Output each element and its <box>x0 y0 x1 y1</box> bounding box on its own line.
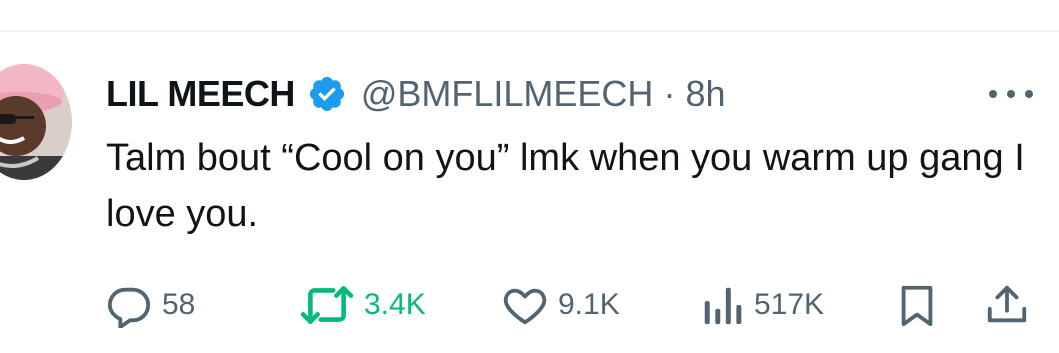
reply-button[interactable]: 58 <box>106 282 195 328</box>
tweet-timestamp[interactable]: 8h <box>685 73 725 115</box>
views-chart-icon <box>704 287 742 325</box>
more-dot <box>989 90 997 98</box>
heart-icon <box>503 288 547 325</box>
share-icon <box>987 285 1027 323</box>
repost-count: 3.4K <box>364 288 426 321</box>
repost-button[interactable]: 3.4K <box>300 282 426 328</box>
views-button[interactable]: 517K <box>700 282 824 328</box>
tweet-text: Talm bout “Cool on you” lmk when you war… <box>106 137 1025 235</box>
more-options-icon[interactable] <box>989 82 1033 106</box>
more-dot <box>1025 90 1033 98</box>
reply-count: 58 <box>162 288 196 321</box>
like-button[interactable]: 9.1K <box>502 282 620 328</box>
display-name[interactable]: LIL MEECH <box>106 73 295 115</box>
bookmark-button[interactable] <box>894 282 940 328</box>
avatar[interactable] <box>0 64 72 180</box>
action-bar: 58 3.4K 9.1K 517K <box>0 282 1059 328</box>
repost-icon <box>300 286 354 324</box>
bookmark-icon <box>901 285 933 327</box>
share-button[interactable] <box>984 282 1030 328</box>
verified-badge-icon <box>307 74 347 114</box>
tweet-header: LIL MEECH @BMFLILMEECH · 8h <box>106 66 725 122</box>
header-separator: · <box>663 73 676 114</box>
like-count: 9.1K <box>558 288 620 321</box>
user-handle[interactable]: @BMFLILMEECH <box>361 73 654 115</box>
top-divider <box>0 30 1059 32</box>
views-count: 517K <box>754 288 825 321</box>
more-dot <box>1007 90 1015 98</box>
reply-icon <box>107 287 151 328</box>
